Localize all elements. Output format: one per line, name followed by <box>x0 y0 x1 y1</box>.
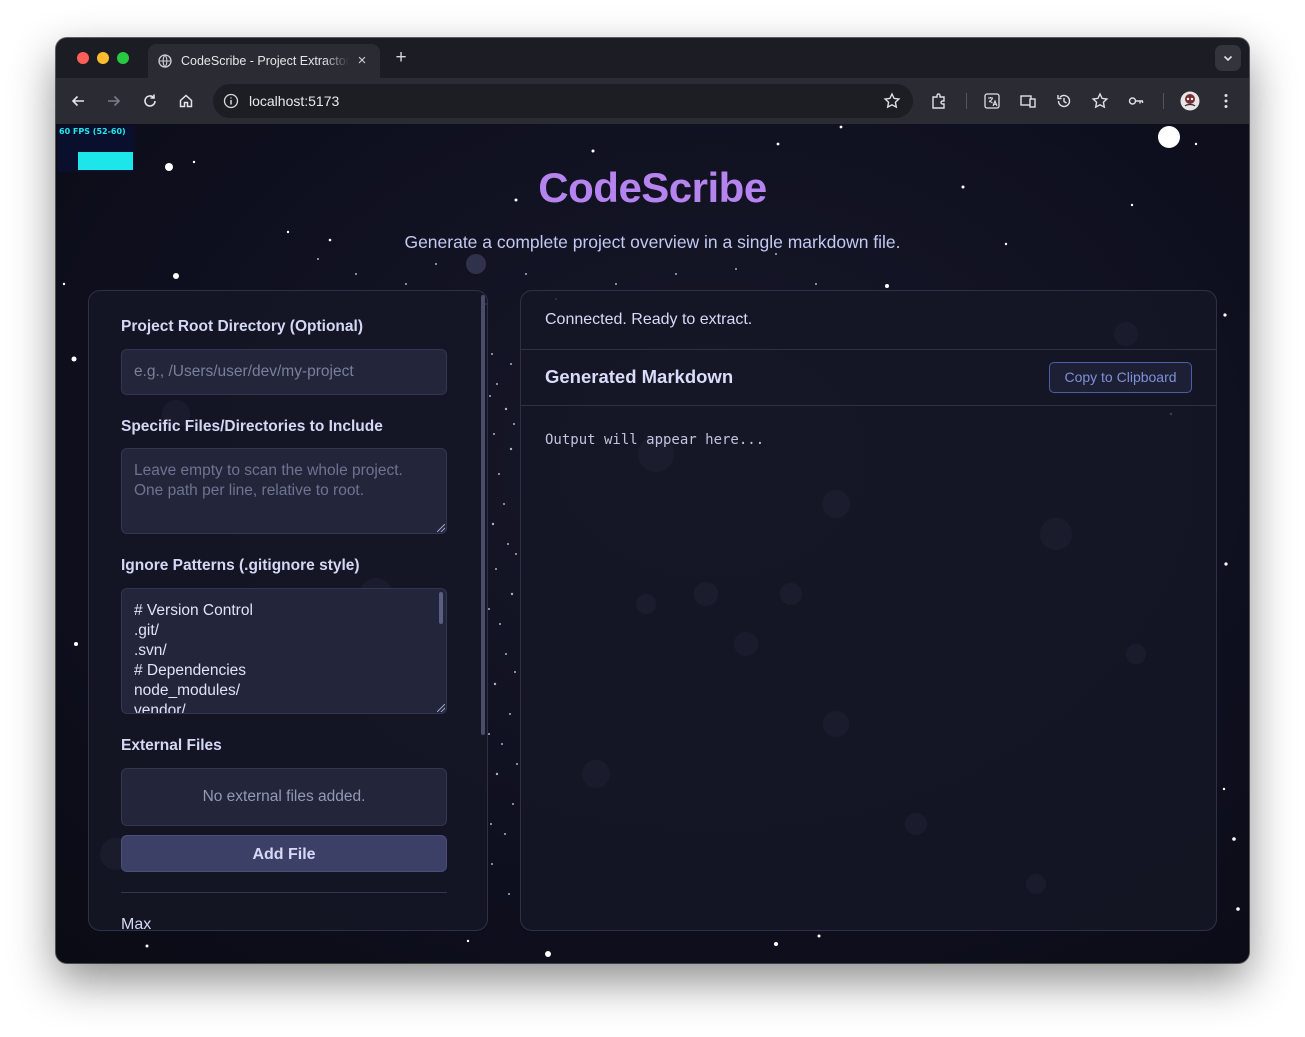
max-label: Max <box>121 916 152 931</box>
tab-search-button[interactable] <box>1215 45 1241 71</box>
ignore-line: # Version Control <box>134 602 253 619</box>
copy-to-clipboard-button[interactable]: Copy to Clipboard <box>1049 362 1192 393</box>
close-window-button[interactable] <box>77 52 89 64</box>
reload-icon[interactable] <box>140 91 160 111</box>
page-viewport: 60 FPS (52-60) CodeScribe Generate a com… <box>56 124 1249 963</box>
ignore-line: .git/ <box>134 622 159 639</box>
password-key-icon[interactable] <box>1126 91 1146 111</box>
section-divider <box>121 892 447 893</box>
extensions-icon[interactable] <box>929 91 949 111</box>
connection-status: Connected. Ready to extract. <box>545 311 753 328</box>
external-files-list: No external files added. <box>121 768 447 826</box>
app-subtitle: Generate a complete project overview in … <box>404 232 901 252</box>
translate-icon[interactable] <box>982 91 1002 111</box>
globe-icon <box>158 54 172 68</box>
include-placeholder-line: One path per line, relative to root. <box>134 482 365 499</box>
config-panel: Project Root Directory (Optional) e.g., … <box>88 290 488 931</box>
include-placeholder-line: Leave empty to scan the whole project. <box>134 462 403 479</box>
url-text: localhost:5173 <box>249 93 340 109</box>
browser-toolbar: localhost:5173 <box>56 78 1249 124</box>
minimize-window-button[interactable] <box>97 52 109 64</box>
cast-devices-icon[interactable] <box>1018 91 1038 111</box>
root-directory-input[interactable]: e.g., /Users/user/dev/my-project <box>121 349 447 395</box>
profile-avatar-icon[interactable] <box>1180 91 1200 111</box>
site-info-icon[interactable] <box>223 93 239 109</box>
resize-handle[interactable] <box>437 704 445 712</box>
bookmarks-icon[interactable] <box>1090 91 1110 111</box>
external-files-label: External Files <box>121 737 222 754</box>
add-file-button[interactable]: Add File <box>121 835 447 872</box>
bookmark-star-icon[interactable] <box>883 92 901 110</box>
close-tab-icon[interactable]: × <box>354 53 370 69</box>
back-icon[interactable] <box>68 91 88 111</box>
tab-title: CodeScribe - Project Extractor <box>181 54 349 68</box>
app-title: CodeScribe <box>538 164 767 211</box>
resize-handle[interactable] <box>437 524 445 532</box>
address-bar[interactable]: localhost:5173 <box>213 84 913 118</box>
textarea-scrollbar[interactable] <box>439 592 443 624</box>
include-paths-label: Specific Files/Directories to Include <box>121 418 383 435</box>
new-tab-button[interactable]: + <box>390 47 412 69</box>
header-divider <box>521 405 1216 406</box>
browser-window: CodeScribe - Project Extractor × + local… <box>56 38 1249 963</box>
more-menu-icon[interactable] <box>1216 91 1236 111</box>
toolbar-separator <box>966 93 967 109</box>
history-icon[interactable] <box>1054 91 1074 111</box>
ignore-line: vendor/ <box>134 702 186 714</box>
home-icon[interactable] <box>176 91 196 111</box>
ignore-line: node_modules/ <box>134 682 240 699</box>
toolbar-separator <box>1163 93 1164 109</box>
ignore-patterns-textarea[interactable]: # Version Control .git/ .svn/ # Dependen… <box>121 588 447 714</box>
status-divider <box>521 349 1216 350</box>
tab-codescribe[interactable]: CodeScribe - Project Extractor × <box>148 44 380 78</box>
ignore-line: # Dependencies <box>134 662 247 679</box>
chevron-down-icon <box>1223 55 1233 62</box>
ignore-line: .svn/ <box>134 642 167 659</box>
forward-icon[interactable] <box>104 91 124 111</box>
root-directory-label: Project Root Directory (Optional) <box>121 318 363 335</box>
output-panel: Connected. Ready to extract. Generated M… <box>520 290 1217 931</box>
tab-strip: CodeScribe - Project Extractor × + <box>56 38 1249 78</box>
ignore-patterns-label: Ignore Patterns (.gitignore style) <box>121 557 360 574</box>
markdown-output[interactable]: Output will appear here... <box>545 432 764 448</box>
fps-label: 60 FPS (52-60) <box>59 127 126 136</box>
zoom-window-button[interactable] <box>117 52 129 64</box>
output-title: Generated Markdown <box>545 366 734 387</box>
include-paths-textarea[interactable]: Leave empty to scan the whole project. O… <box>121 448 447 534</box>
config-scrollbar[interactable] <box>481 295 485 735</box>
